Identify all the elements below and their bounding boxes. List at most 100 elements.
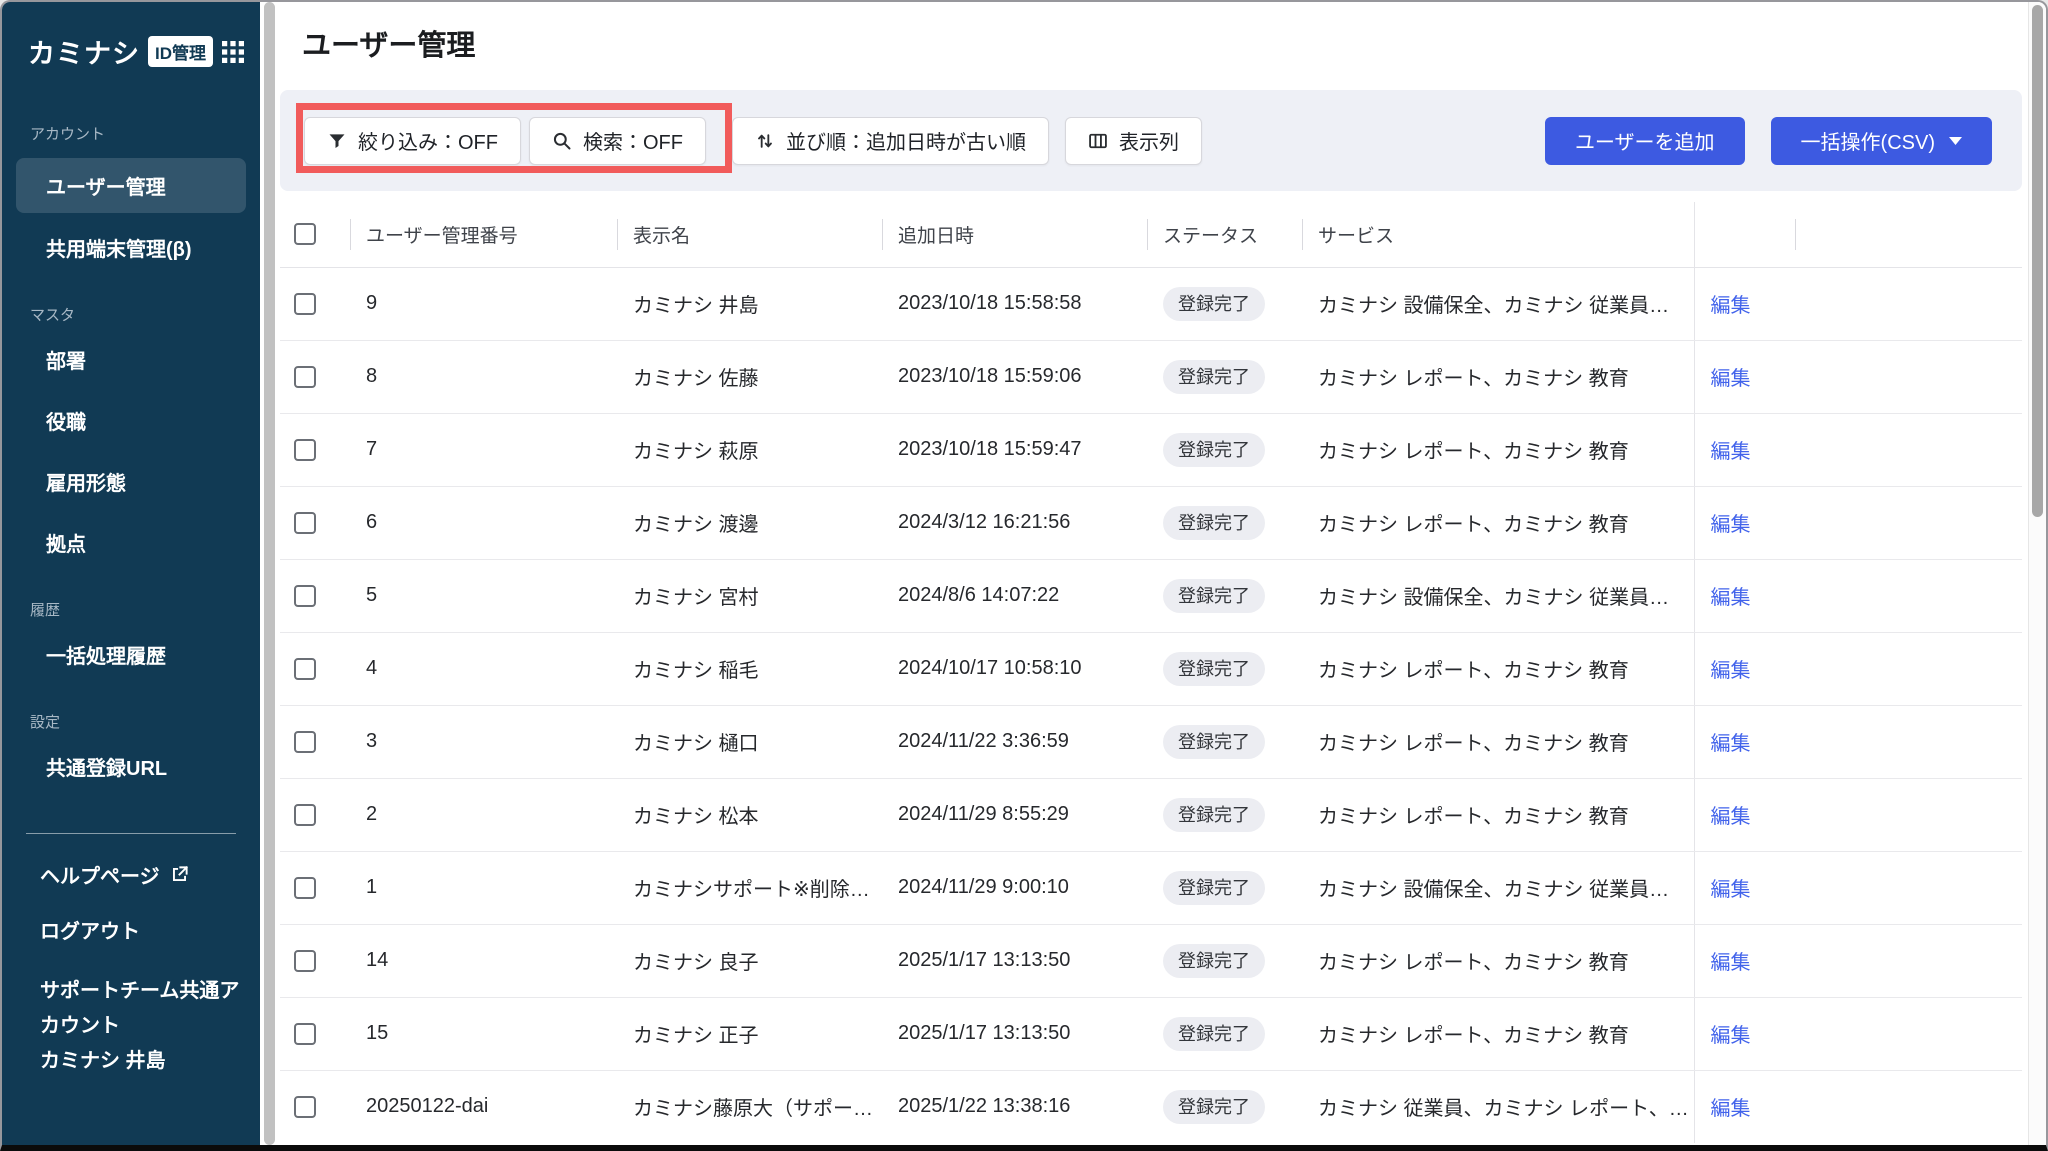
- status-badge: 登録完了: [1163, 724, 1265, 759]
- row-checkbox[interactable]: [294, 876, 316, 899]
- row-checkbox[interactable]: [294, 1095, 316, 1118]
- sidebar-item-common-registration-url[interactable]: 共通登録URL: [2, 740, 260, 793]
- table-row: 15 カミナシ 正子 2025/1/17 13:13:50 登録完了 カミナシ …: [280, 997, 2022, 1071]
- table-row: 4 カミナシ 稲毛 2024/10/17 10:58:10 登録完了 カミナシ …: [280, 632, 2022, 706]
- columns-icon: [1088, 131, 1108, 151]
- cell-services: カミナシ レポート、カミナシ 教育: [1302, 486, 1694, 560]
- cell-extra: [1795, 851, 2022, 925]
- cell-edit: 編集: [1693, 486, 1795, 560]
- cell-added-date: 2024/3/12 16:21:56: [882, 486, 1147, 560]
- edit-link[interactable]: 編集: [1711, 368, 1751, 390]
- cell-edit: 編集: [1693, 851, 1795, 925]
- row-checkbox[interactable]: [294, 1022, 316, 1045]
- cell-status: 登録完了: [1147, 705, 1302, 779]
- edit-link[interactable]: 編集: [1711, 806, 1751, 828]
- sidebar-item-roles[interactable]: 役職: [2, 394, 260, 447]
- cell-extra: [1795, 705, 2022, 779]
- row-checkbox[interactable]: [294, 438, 316, 461]
- cell-added-date: 2024/11/29 8:55:29: [882, 778, 1147, 852]
- edit-link[interactable]: 編集: [1711, 514, 1751, 536]
- table-row: 8 カミナシ 佐藤 2023/10/18 15:59:06 登録完了 カミナシ …: [280, 340, 2022, 414]
- filter-icon: [327, 131, 347, 151]
- sidebar-item-departments[interactable]: 部署: [2, 333, 260, 386]
- cell-status: 登録完了: [1147, 632, 1302, 706]
- cell-user-id: 4: [350, 632, 617, 706]
- row-checkbox[interactable]: [294, 365, 316, 388]
- cell-user-id: 1: [350, 851, 617, 925]
- logout-link[interactable]: ログアウト: [40, 915, 260, 944]
- sidebar-item-batch-history[interactable]: 一括処理履歴: [2, 628, 260, 681]
- edit-link[interactable]: 編集: [1711, 952, 1751, 974]
- cell-status: 登録完了: [1147, 559, 1302, 633]
- row-checkbox[interactable]: [294, 584, 316, 607]
- filter-button[interactable]: 絞り込み：OFF: [304, 116, 521, 165]
- row-checkbox[interactable]: [294, 949, 316, 972]
- cell-display-name: カミナシ藤原大（サポー…: [617, 1070, 882, 1143]
- sidebar-divider: [26, 833, 236, 834]
- page-scrollbar: [2028, 2, 2046, 1145]
- bulk-action-button[interactable]: 一括操作(CSV): [1770, 116, 1992, 165]
- section-label-master: マスタ: [30, 307, 76, 324]
- cell-display-name: カミナシサポート※削除…: [617, 851, 882, 925]
- select-all-checkbox[interactable]: [294, 223, 316, 246]
- sidebar-item-employment-types[interactable]: 雇用形態: [2, 455, 260, 508]
- cell-extra: [1795, 997, 2022, 1071]
- add-user-button[interactable]: ユーザーを追加: [1544, 116, 1745, 165]
- edit-link[interactable]: 編集: [1711, 295, 1751, 317]
- status-badge: 登録完了: [1163, 1016, 1265, 1051]
- cell-display-name: カミナシ 松本: [617, 778, 882, 852]
- apps-grid-icon[interactable]: [222, 40, 244, 63]
- edit-link[interactable]: 編集: [1711, 1025, 1751, 1047]
- status-badge: 登録完了: [1163, 651, 1265, 686]
- sort-button[interactable]: 並び順：追加日時が古い順: [732, 116, 1049, 165]
- row-checkbox[interactable]: [294, 511, 316, 534]
- cell-display-name: カミナシ 良子: [617, 924, 882, 998]
- col-header-added-date: 追加日時: [882, 202, 1147, 268]
- sidebar-item-user-management[interactable]: ユーザー管理: [16, 158, 246, 213]
- cell-services: カミナシ レポート、カミナシ 教育: [1302, 924, 1694, 998]
- sidebar-scrollbar-thumb[interactable]: [264, 2, 275, 1145]
- cell-edit: 編集: [1693, 1070, 1795, 1143]
- col-header-extra: [1795, 202, 2022, 268]
- edit-link[interactable]: 編集: [1711, 660, 1751, 682]
- cell-display-name: カミナシ 萩原: [617, 413, 882, 487]
- help-page-label: ヘルプページ: [40, 866, 160, 888]
- cell-added-date: 2025/1/22 13:38:16: [882, 1070, 1147, 1143]
- edit-link[interactable]: 編集: [1711, 587, 1751, 609]
- status-badge: 登録完了: [1163, 578, 1265, 613]
- page-scrollbar-thumb[interactable]: [2032, 5, 2043, 517]
- account-block: サポートチーム共通アカウント カミナシ 井島: [40, 974, 240, 1079]
- section-label-account: アカウント: [30, 126, 106, 143]
- edit-link[interactable]: 編集: [1711, 441, 1751, 463]
- cell-added-date: 2023/10/18 15:59:47: [882, 413, 1147, 487]
- cell-user-id: 8: [350, 340, 617, 414]
- cell-display-name: カミナシ 樋口: [617, 705, 882, 779]
- cell-added-date: 2024/11/29 9:00:10: [882, 851, 1147, 925]
- cell-user-id: 7: [350, 413, 617, 487]
- edit-link[interactable]: 編集: [1711, 733, 1751, 755]
- cell-services: カミナシ レポート、カミナシ 教育: [1302, 632, 1694, 706]
- cell-services: カミナシ 設備保全、カミナシ 従業員…: [1302, 559, 1694, 633]
- status-badge: 登録完了: [1163, 1089, 1265, 1124]
- cell-added-date: 2024/11/22 3:36:59: [882, 705, 1147, 779]
- row-checkbox[interactable]: [294, 803, 316, 826]
- cell-status: 登録完了: [1147, 997, 1302, 1071]
- row-checkbox[interactable]: [294, 730, 316, 753]
- cell-edit: 編集: [1693, 778, 1795, 852]
- sidebar-item-shared-devices[interactable]: 共用端末管理(β): [2, 221, 260, 274]
- help-page-link[interactable]: ヘルプページ: [40, 860, 260, 889]
- sidebar-item-locations[interactable]: 拠点: [2, 516, 260, 569]
- table-row: 7 カミナシ 萩原 2023/10/18 15:59:47 登録完了 カミナシ …: [280, 413, 2022, 487]
- cell-display-name: カミナシ 稲毛: [617, 632, 882, 706]
- cell-status: 登録完了: [1147, 486, 1302, 560]
- columns-button[interactable]: 表示列: [1065, 116, 1202, 165]
- row-checkbox[interactable]: [294, 292, 316, 315]
- search-button[interactable]: 検索：OFF: [529, 116, 706, 165]
- cell-status: 登録完了: [1147, 778, 1302, 852]
- edit-link[interactable]: 編集: [1711, 879, 1751, 901]
- edit-link[interactable]: 編集: [1711, 1098, 1751, 1120]
- columns-button-label: 表示列: [1119, 132, 1179, 154]
- toolbar-right-group: ユーザーを追加 一括操作(CSV): [1544, 116, 1992, 165]
- col-header-status: ステータス: [1147, 202, 1302, 268]
- row-checkbox[interactable]: [294, 657, 316, 680]
